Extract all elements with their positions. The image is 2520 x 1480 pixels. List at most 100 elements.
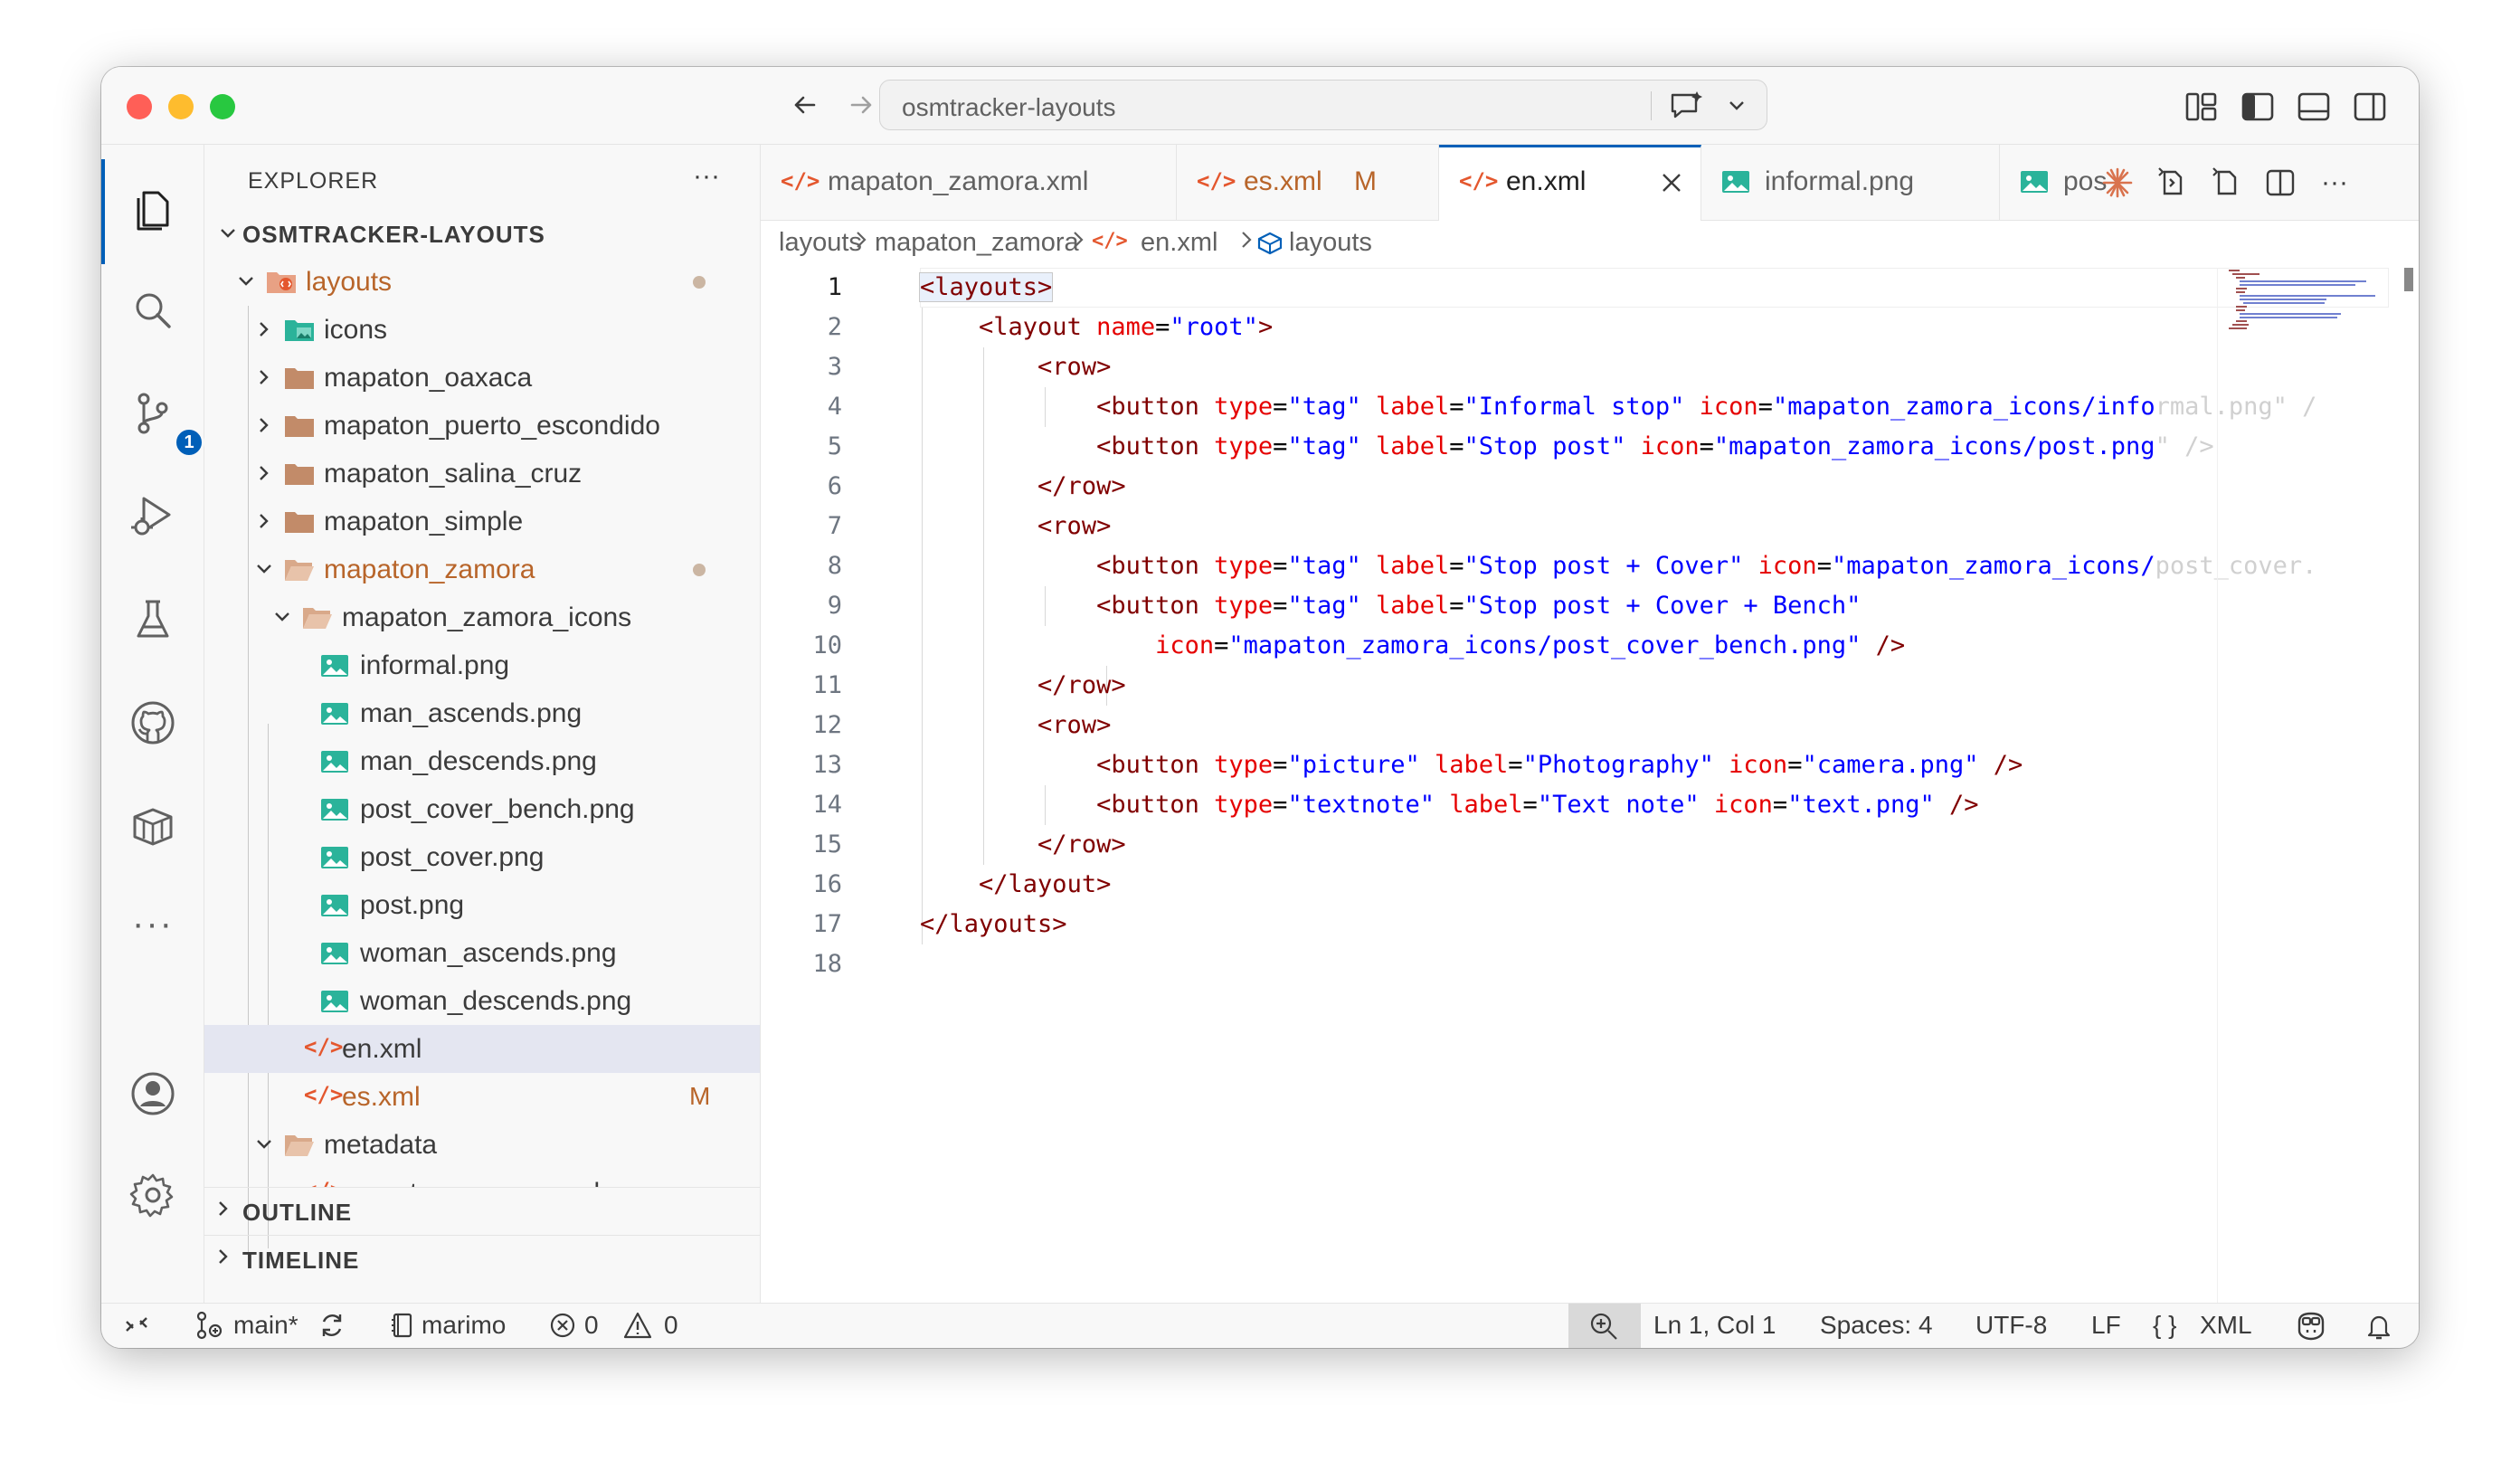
errors-icon[interactable]: [548, 1311, 577, 1346]
tab-en-xml[interactable]: </> en.xml: [1439, 145, 1701, 222]
testing-icon[interactable]: [121, 588, 185, 651]
outline-section[interactable]: OUTLINE: [204, 1187, 760, 1235]
tree-folder-icons[interactable]: icons: [204, 306, 760, 354]
warnings-icon[interactable]: [622, 1311, 653, 1346]
git-modified-flag: M: [689, 1082, 711, 1110]
code-line: <button type="textnote" label="Text note…: [1096, 791, 1979, 819]
line-number: 7: [827, 512, 842, 540]
notebook-kernel-icon[interactable]: [389, 1311, 416, 1346]
chevron-right-icon: [250, 455, 279, 491]
tree-folder-mapaton-salina-cruz[interactable]: mapaton_salina_cruz: [204, 450, 760, 498]
breadcrumb-item[interactable]: mapaton_zamora: [875, 228, 1079, 258]
tree-file-man-ascends-png[interactable]: man_ascends.png: [204, 689, 760, 737]
chevron-down-icon: [250, 551, 279, 587]
tree-folder-mapaton-simple[interactable]: mapaton_simple: [204, 498, 760, 546]
tree-file-informal-png[interactable]: informal.png: [204, 641, 760, 689]
tab-es-xml[interactable]: </> es.xml M: [1177, 145, 1439, 221]
tab-modified-flag: M: [1354, 166, 1377, 196]
breadcrumb-item[interactable]: layouts: [1289, 228, 1372, 258]
language-braces-icon[interactable]: { }: [2153, 1311, 2176, 1340]
tree-file-mapaton-oaxaca-xml[interactable]: </> mapaton_oaxaca.xml: [204, 1169, 760, 1187]
branch-name[interactable]: main*: [233, 1311, 298, 1340]
git-branch-icon[interactable]: [194, 1311, 224, 1346]
code-line: </row>: [1037, 830, 1126, 859]
tree-file-post-cover-png[interactable]: post_cover.png: [204, 833, 760, 881]
toggle-panel-icon[interactable]: [2296, 89, 2332, 125]
xml-file-icon: </>: [781, 168, 820, 194]
breadcrumb-item[interactable]: layouts: [779, 228, 862, 258]
tree-folder-metadata[interactable]: metadata: [204, 1121, 760, 1169]
line-number: 12: [812, 711, 842, 739]
explorer-icon[interactable]: [121, 177, 185, 241]
more-actions-icon[interactable]: ···: [693, 161, 720, 192]
tree-file-post-png[interactable]: post.png: [204, 881, 760, 929]
toggle-primary-sidebar-icon[interactable]: [2240, 89, 2276, 125]
settings-gear-icon[interactable]: [121, 1163, 185, 1227]
timeline-section[interactable]: TIMELINE: [204, 1235, 760, 1283]
tree-folder-mapaton-puerto-escondido[interactable]: mapaton_puerto_escondido: [204, 402, 760, 450]
indentation[interactable]: Spaces: 4: [1820, 1311, 1933, 1340]
tab-informal-png[interactable]: informal.png: [1701, 145, 2000, 221]
close-icon[interactable]: [1660, 171, 1683, 202]
notifications-bell-icon[interactable]: [2364, 1311, 2393, 1348]
github-icon[interactable]: [121, 691, 185, 754]
chat-sparkle-icon[interactable]: [1669, 90, 1705, 127]
zoom-window-button[interactable]: [210, 94, 235, 119]
source-control-icon[interactable]: 1: [121, 382, 204, 458]
code-line: </row>: [1037, 472, 1126, 500]
tree-folder-mapaton-zamora-icons[interactable]: mapaton_zamora_icons: [204, 593, 760, 641]
encoding[interactable]: UTF-8: [1975, 1311, 2047, 1340]
close-window-button[interactable]: [127, 94, 152, 119]
tree-file-woman-ascends-png[interactable]: woman_ascends.png: [204, 929, 760, 977]
tree-file-woman-descends-png[interactable]: woman_descends.png: [204, 977, 760, 1025]
minimap[interactable]: [2217, 268, 2416, 1303]
sync-icon[interactable]: [318, 1311, 346, 1346]
interpreter-name[interactable]: marimo: [422, 1311, 506, 1340]
tree-file-en-xml[interactable]: </> en.xml: [204, 1025, 760, 1073]
workspace-root[interactable]: OSMTRACKER-LAYOUTS: [204, 210, 760, 258]
accounts-icon[interactable]: [121, 1062, 185, 1125]
open-file-icon[interactable]: [2208, 165, 2244, 201]
end-of-line[interactable]: LF: [2091, 1311, 2121, 1340]
breadcrumb-item[interactable]: en.xml: [1141, 228, 1217, 258]
tree-label: metadata: [324, 1130, 438, 1160]
zoom-indicator[interactable]: [1568, 1304, 1641, 1348]
extensions-icon[interactable]: [121, 794, 185, 858]
tree-file-es-xml[interactable]: </> es.xml M: [204, 1073, 760, 1121]
code-editor[interactable]: 1 2 3 4 5 6 7 8 9 10 11 12 13 14 15 16 1…: [761, 268, 2419, 1303]
line-number: 14: [812, 791, 842, 819]
image-file-icon: [1721, 170, 1750, 201]
cursor-position[interactable]: Ln 1, Col 1: [1653, 1311, 1776, 1340]
back-arrow-icon[interactable]: [785, 85, 825, 125]
more-actions-icon[interactable]: ···: [2316, 165, 2353, 201]
language-mode[interactable]: XML: [2200, 1311, 2252, 1340]
search-icon[interactable]: [121, 279, 185, 342]
tab-pos[interactable]: pos: [2000, 145, 2108, 221]
line-number: 5: [827, 432, 842, 460]
image-file-icon: [320, 990, 351, 1015]
chevron-down-icon[interactable]: [1727, 95, 1747, 119]
tree-folder-mapaton-oaxaca[interactable]: mapaton_oaxaca: [204, 354, 760, 402]
tab-mapaton-zamora-xml[interactable]: </> mapaton_zamora.xml: [761, 145, 1177, 221]
errors-count[interactable]: 0: [584, 1311, 599, 1340]
run-debug-icon[interactable]: [121, 485, 185, 548]
more-icon[interactable]: ···: [121, 892, 185, 955]
minimize-window-button[interactable]: [168, 94, 194, 119]
tree-folder-layouts[interactable]: layouts: [204, 258, 760, 306]
line-number: 13: [812, 751, 842, 779]
warnings-count[interactable]: 0: [664, 1311, 678, 1340]
tree-file-post-cover-bench-png[interactable]: post_cover_bench.png: [204, 785, 760, 833]
forward-arrow-icon[interactable]: [841, 85, 881, 125]
current-line-highlight: [920, 268, 2389, 308]
sparkle-icon[interactable]: [2099, 165, 2136, 201]
tree-folder-mapaton-zamora[interactable]: mapaton_zamora: [204, 546, 760, 593]
command-center-search[interactable]: osmtracker-layouts: [879, 80, 1767, 130]
copilot-icon[interactable]: [2294, 1311, 2328, 1348]
customize-layout-icon[interactable]: [2184, 89, 2220, 125]
remote-icon[interactable]: [123, 1311, 150, 1344]
tree-label: en.xml: [342, 1034, 422, 1064]
toggle-secondary-sidebar-icon[interactable]: [2352, 89, 2388, 125]
open-changes-icon[interactable]: [2154, 165, 2190, 201]
tree-file-man-descends-png[interactable]: man_descends.png: [204, 737, 760, 785]
split-editor-icon[interactable]: [2262, 165, 2298, 201]
